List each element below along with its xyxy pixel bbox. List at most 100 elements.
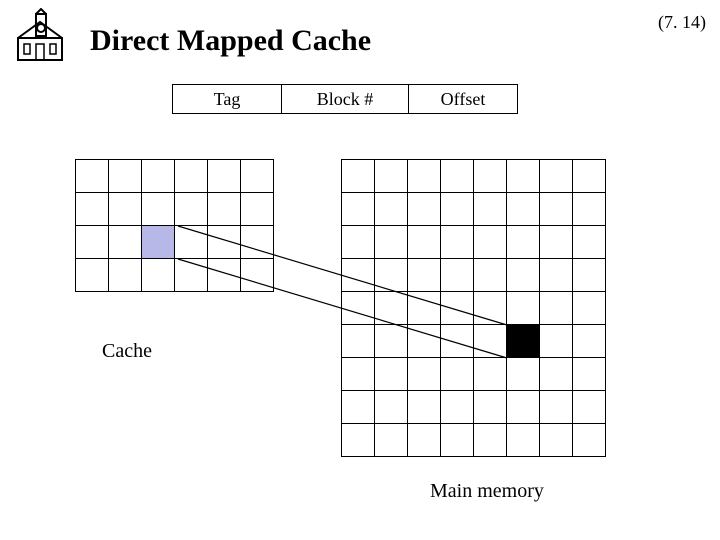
grid-cell	[240, 159, 274, 193]
grid-cell	[374, 225, 408, 259]
cache-label: Cache	[102, 340, 152, 363]
grid-cell	[539, 423, 573, 457]
grid-cell	[539, 291, 573, 325]
grid-cell	[207, 192, 241, 226]
grid-cell	[75, 159, 109, 193]
grid-cell	[141, 258, 175, 292]
grid-cell	[539, 390, 573, 424]
grid-cell	[374, 390, 408, 424]
grid-cell	[341, 423, 375, 457]
memory-label: Main memory	[430, 480, 544, 503]
grid-cell	[506, 423, 540, 457]
grid-cell	[440, 159, 474, 193]
grid-cell	[572, 390, 606, 424]
grid-cell	[539, 357, 573, 391]
grid-cell	[108, 192, 142, 226]
grid-cell	[506, 324, 540, 358]
address-field-tag: Tag	[172, 84, 282, 114]
grid-cell	[407, 258, 441, 292]
grid-cell	[473, 159, 507, 193]
grid-cell	[506, 258, 540, 292]
grid-cell	[108, 258, 142, 292]
grid-cell	[174, 258, 208, 292]
grid-cell	[141, 159, 175, 193]
grid-cell	[572, 423, 606, 457]
grid-cell	[341, 258, 375, 292]
grid-cell	[141, 192, 175, 226]
grid-cell	[440, 423, 474, 457]
grid-cell	[407, 192, 441, 226]
grid-cell	[240, 258, 274, 292]
grid-cell	[341, 324, 375, 358]
grid-cell	[407, 159, 441, 193]
grid-cell	[572, 258, 606, 292]
grid-cell	[374, 291, 408, 325]
grid-cell	[407, 357, 441, 391]
grid-cell	[473, 324, 507, 358]
grid-cell	[141, 225, 175, 259]
memory-grid	[342, 160, 606, 457]
grid-cell	[341, 291, 375, 325]
grid-cell	[440, 357, 474, 391]
grid-cell	[108, 159, 142, 193]
page-number: (7. 14)	[658, 12, 706, 33]
grid-cell	[374, 357, 408, 391]
grid-cell	[506, 390, 540, 424]
grid-cell	[341, 390, 375, 424]
grid-cell	[572, 357, 606, 391]
address-fields: Tag Block # Offset	[172, 84, 518, 114]
grid-cell	[473, 192, 507, 226]
grid-cell	[407, 390, 441, 424]
grid-cell	[207, 225, 241, 259]
grid-cell	[539, 258, 573, 292]
grid-cell	[572, 324, 606, 358]
grid-cell	[572, 225, 606, 259]
grid-cell	[473, 390, 507, 424]
grid-cell	[374, 258, 408, 292]
grid-cell	[407, 225, 441, 259]
grid-cell	[440, 390, 474, 424]
grid-cell	[506, 159, 540, 193]
grid-cell	[473, 423, 507, 457]
address-field-offset: Offset	[408, 84, 518, 114]
grid-cell	[506, 357, 540, 391]
grid-cell	[108, 225, 142, 259]
grid-cell	[440, 291, 474, 325]
grid-cell	[374, 324, 408, 358]
grid-cell	[341, 192, 375, 226]
grid-cell	[572, 192, 606, 226]
grid-cell	[75, 192, 109, 226]
grid-cell	[572, 159, 606, 193]
grid-cell	[440, 258, 474, 292]
grid-cell	[174, 192, 208, 226]
grid-cell	[174, 225, 208, 259]
grid-cell	[539, 192, 573, 226]
grid-cell	[440, 192, 474, 226]
grid-cell	[207, 258, 241, 292]
grid-cell	[440, 225, 474, 259]
grid-cell	[374, 423, 408, 457]
grid-cell	[341, 357, 375, 391]
cache-grid	[76, 160, 274, 292]
grid-cell	[473, 291, 507, 325]
grid-cell	[572, 291, 606, 325]
grid-cell	[539, 324, 573, 358]
grid-cell	[240, 192, 274, 226]
grid-cell	[341, 159, 375, 193]
grid-cell	[240, 225, 274, 259]
grid-cell	[539, 225, 573, 259]
grid-cell	[374, 159, 408, 193]
building-icon	[12, 8, 68, 69]
grid-cell	[473, 357, 507, 391]
grid-cell	[341, 225, 375, 259]
page-title: Direct Mapped Cache	[90, 24, 371, 58]
grid-cell	[506, 192, 540, 226]
grid-cell	[407, 291, 441, 325]
grid-cell	[75, 258, 109, 292]
grid-cell	[506, 225, 540, 259]
grid-cell	[473, 225, 507, 259]
grid-cell	[75, 225, 109, 259]
grid-cell	[440, 324, 474, 358]
grid-cell	[207, 159, 241, 193]
grid-cell	[473, 258, 507, 292]
